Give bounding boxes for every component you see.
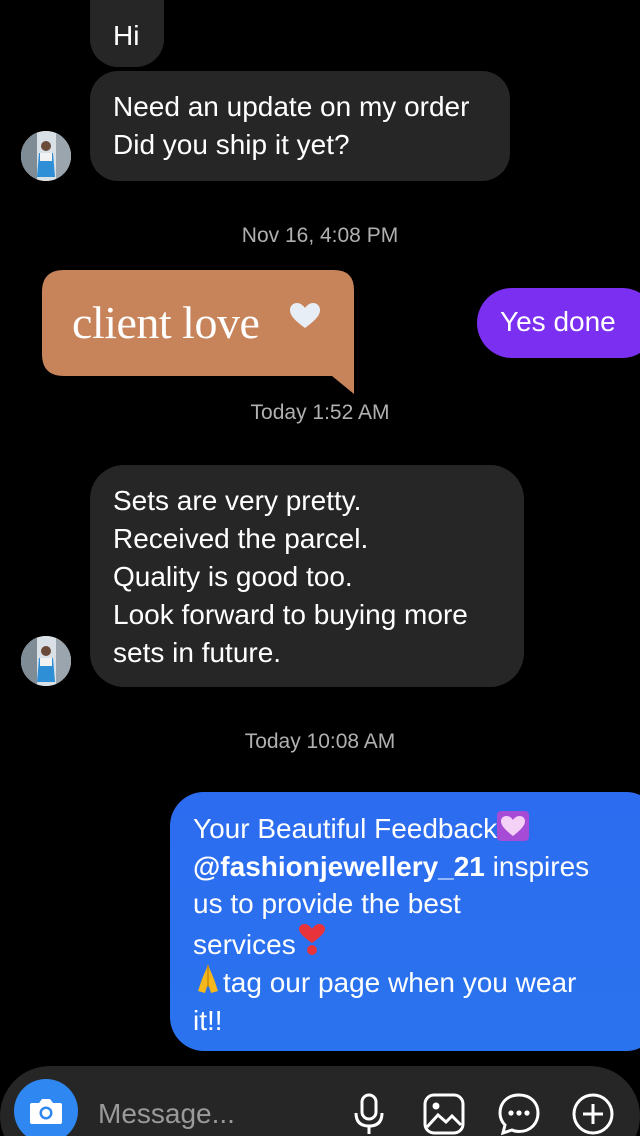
message-bubble-order-update[interactable]: Need an update on my order Did you ship …	[90, 71, 510, 181]
camera-icon	[30, 1099, 62, 1124]
message-line: Your Beautiful Feedback	[193, 810, 640, 848]
message-line: Need an update on my order	[113, 91, 470, 122]
message-line: Sets are very pretty.	[113, 485, 362, 516]
message-line: @fashionjewellery_21 inspires	[193, 848, 640, 886]
message-bubble-hi[interactable]: Hi	[90, 0, 164, 67]
client-love-image[interactable]: client love	[42, 270, 356, 395]
message-bubble-reply[interactable]: Your Beautiful Feedback @fashionjeweller…	[170, 792, 640, 1051]
message-text: Hi	[113, 20, 140, 51]
red-heart-icon	[298, 923, 325, 955]
message-text: Your Beautiful Feedback	[193, 813, 498, 844]
message-text: tag our page when you wear	[223, 967, 577, 998]
plus-circle-icon[interactable]	[570, 1091, 616, 1136]
message-line: Quality is good too.	[113, 561, 353, 592]
message-text: services	[193, 928, 296, 960]
message-text: inspires	[484, 850, 590, 882]
timestamp: Nov 16, 4:08 PM	[241, 224, 399, 247]
message-input[interactable]	[98, 1094, 338, 1134]
timestamp: Today 1:52 AM	[250, 401, 390, 424]
avatar-photo	[21, 131, 71, 181]
purple-heart-icon	[497, 811, 530, 841]
message-line: Look forward to buying more	[113, 599, 468, 630]
gallery-icon[interactable]	[421, 1091, 467, 1136]
message-line: Did you ship it yet?	[113, 129, 350, 160]
avatar[interactable]	[21, 636, 71, 686]
message-line: it!!	[193, 1004, 223, 1036]
mention-link[interactable]: @fashionjewellery_21	[193, 851, 485, 882]
message-text: Yes done	[500, 306, 616, 337]
folded-hands-icon	[198, 965, 218, 993]
sticker-icon[interactable]	[496, 1091, 542, 1136]
message-bubble-feedback[interactable]: Sets are very pretty. Received the parce…	[90, 465, 524, 687]
camera-button[interactable]	[14, 1079, 78, 1136]
avatar-photo	[21, 636, 71, 686]
message-line: tag our page when you wear	[193, 963, 640, 1002]
message-line: sets in future.	[113, 637, 282, 668]
heart-icon	[290, 303, 320, 328]
message-line: Received the parcel.	[113, 523, 369, 554]
microphone-icon[interactable]	[346, 1091, 392, 1136]
message-line: us to provide the best	[193, 888, 461, 919]
timestamp: Today 10:08 AM	[244, 730, 396, 753]
image-caption: client love	[72, 297, 260, 348]
message-bubble-yes-done[interactable]: Yes done	[477, 288, 640, 358]
avatar[interactable]	[21, 131, 71, 181]
message-line: services	[193, 923, 640, 964]
